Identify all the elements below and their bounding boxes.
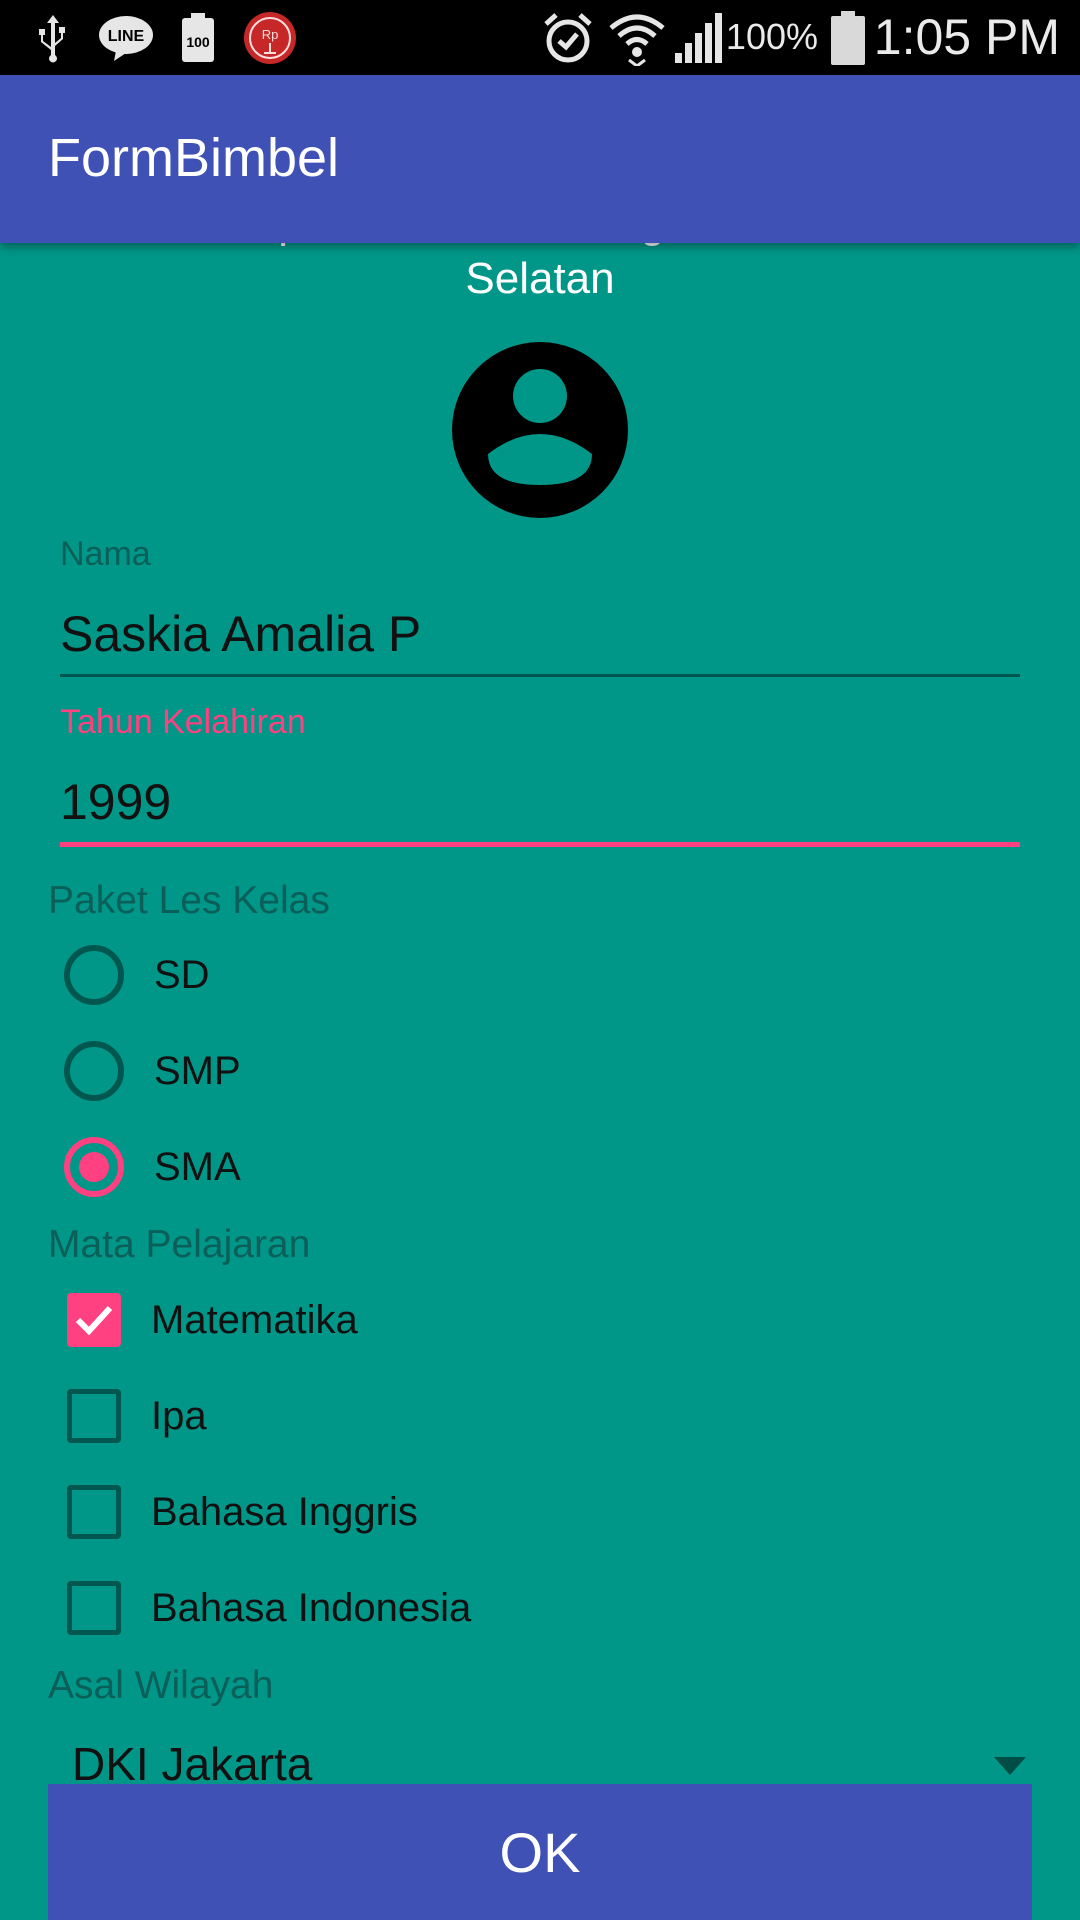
checkmark-icon [75,1305,113,1336]
alarm-icon [540,12,596,64]
form-scroll-area[interactable]: Jalan Sapta No.56, Menteng Dalam, Jakart… [0,243,1080,1920]
nama-underline [60,674,1020,677]
signal-icon [672,12,724,64]
status-bar: LINE 100 Rp 100% 1:05 PM [0,0,1080,75]
checkbox-label: Matematika [151,1297,358,1342]
wilayah-selected-value: DKI Jakarta [72,1738,313,1790]
tahun-kelahiran-label: Tahun Kelahiran [60,703,306,741]
svg-text:100: 100 [186,34,210,50]
dropdown-arrow-icon [994,1757,1026,1775]
radio-option-sma[interactable]: SMA [64,1135,241,1199]
nama-input[interactable]: Saskia Amalia P [60,605,421,663]
checkbox-checked[interactable] [67,1293,121,1347]
asal-wilayah-label: Asal Wilayah [48,1664,274,1707]
checkbox-label: Bahasa Indonesia [151,1585,472,1630]
radio-button-selected[interactable] [64,1137,124,1197]
radio-option-sd[interactable]: SD [64,943,210,1007]
checkbox[interactable] [67,1389,121,1443]
wifi-icon [606,12,668,66]
checkbox-label: Bahasa Inggris [151,1489,418,1534]
line-app-icon: LINE [98,12,154,64]
account-circle-icon [452,342,628,518]
tahun-kelahiran-underline [60,842,1020,847]
checkbox[interactable] [67,1581,121,1635]
radio-option-smp[interactable]: SMP [64,1039,241,1103]
usb-icon [30,12,76,64]
address-text: Jalan Sapta No.56, Menteng Dalam, Jakart… [107,243,973,303]
clock: 1:05 PM [873,9,1060,65]
paket-les-kelas-label: Paket Les Kelas [48,879,330,922]
checkbox[interactable] [67,1485,121,1539]
radio-button[interactable] [64,945,124,1005]
checkbox-option-bahasa-indonesia[interactable]: Bahasa Indonesia [64,1576,471,1640]
svg-text:LINE: LINE [108,28,145,45]
radio-label: SD [154,952,210,997]
tahun-kelahiran-input[interactable]: 1999 [60,773,171,831]
battery-percent: 100% [725,16,818,57]
radio-button[interactable] [64,1041,124,1101]
battery-icon [828,11,868,65]
app-title: FormBimbel [48,128,340,188]
ok-button[interactable]: OK [48,1784,1032,1920]
checkbox-option-ipa[interactable]: Ipa [64,1384,207,1448]
mata-pelajaran-label: Mata Pelajaran [48,1223,311,1266]
rp-app-icon: Rp [242,12,298,64]
battery-100-icon: 100 [180,12,216,64]
app-bar: FormBimbel [0,75,1080,243]
checkbox-label: Ipa [151,1393,207,1438]
nama-label: Nama [60,535,151,573]
svg-text:Rp: Rp [262,27,279,42]
radio-label: SMA [154,1144,241,1189]
checkbox-option-bahasa-inggris[interactable]: Bahasa Inggris [64,1480,418,1544]
radio-label: SMP [154,1048,241,1093]
checkbox-option-matematika[interactable]: Matematika [64,1288,358,1352]
